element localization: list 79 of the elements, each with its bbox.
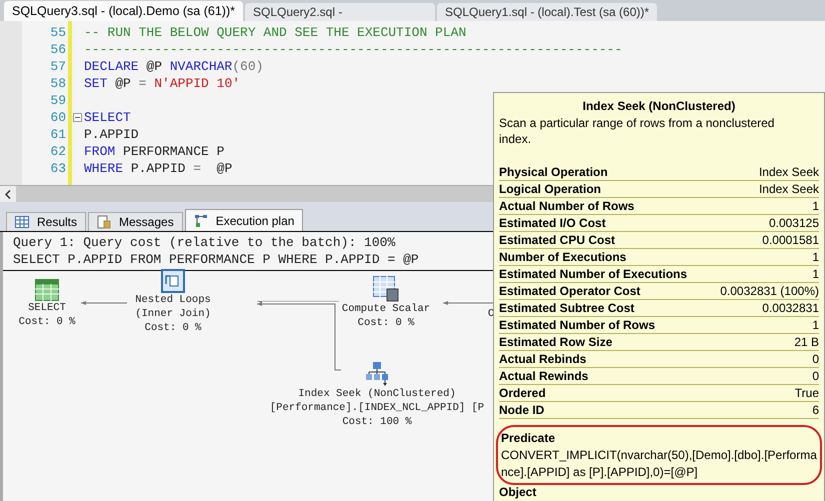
- result-tab[interactable]: Execution plan: [184, 209, 304, 231]
- property-label: Actual Number of Rows: [499, 198, 634, 215]
- object-heading: Object: [499, 485, 538, 499]
- property-label: Estimated Operator Cost: [499, 283, 640, 300]
- property-label: Ordered: [499, 385, 546, 402]
- property-label: Estimated Subtree Cost: [499, 300, 634, 317]
- property-label: Estimated Row Size: [499, 334, 612, 351]
- scroll-left-icon[interactable]: [0, 186, 16, 202]
- code-line: ---------------------------------------------------------------------: [84, 40, 622, 59]
- collapse-icon[interactable]: [73, 113, 82, 122]
- grid-icon: [15, 216, 29, 228]
- plan-node-label: Cost: 100 %: [342, 415, 412, 429]
- code-line: SELECT: [84, 108, 131, 127]
- property-value: 0: [812, 368, 819, 385]
- property-value: 0.003125: [768, 215, 819, 232]
- line-number: 58: [50, 75, 66, 92]
- property-label: Actual Rewinds: [499, 368, 588, 385]
- property-label: Estimated Number of Rows: [499, 317, 656, 334]
- property-value: 0.0032831 (100%): [720, 283, 819, 300]
- code-line: DECLARE @P NVARCHAR(60): [84, 58, 264, 76]
- line-number: 55: [50, 24, 66, 41]
- plan-node-label: (Inner Join): [135, 307, 211, 321]
- plan-node-label: Cost: 0 %: [18, 315, 76, 329]
- line-number: 61: [50, 126, 66, 143]
- plan-node-label: SELECT: [28, 301, 66, 315]
- table-icon: [35, 279, 59, 301]
- code-line: WHERE P.APPID = @P: [84, 160, 232, 178]
- code-line: FROM PERFORMANCE P: [84, 142, 224, 161]
- property-value: Index Seek: [758, 181, 819, 198]
- document-tab[interactable]: SQLQuery1.sql - (local).Test (sa (60))*: [436, 3, 658, 21]
- plan-node-label: Cost: 0 %: [358, 316, 414, 330]
- property-value: 1: [812, 249, 819, 266]
- plan-node-label: Index Seek (NonClustered): [298, 387, 456, 401]
- result-tab[interactable]: Messages: [88, 212, 183, 231]
- property-label: Estimated I/O Cost: [499, 215, 606, 232]
- calculator-table-icon: [373, 276, 399, 302]
- index-tree-icon: [365, 361, 389, 387]
- tooltip-title: Index Seek (NonClustered): [582, 98, 736, 115]
- plan-node-label: [Performance].[INDEX_NCL_APPID] [P: [270, 401, 484, 415]
- line-number: 62: [50, 143, 66, 160]
- property-value: 6: [812, 402, 819, 419]
- plan-node-label: Nested Loops: [135, 293, 211, 307]
- property-label: Estimated Number of Executions: [499, 266, 688, 283]
- line-number: 59: [50, 92, 66, 109]
- property-value: 1: [812, 266, 819, 283]
- loop-icon: [161, 269, 185, 293]
- plan-node-label: Compute Scalar: [342, 302, 430, 316]
- property-label: Node ID: [499, 402, 544, 419]
- plan-icon: [194, 214, 208, 228]
- tooltip-description: Scan a particular range of rows from a nonclustered index.: [499, 115, 776, 147]
- property-label: Actual Rebinds: [499, 351, 586, 368]
- document-icon: [97, 215, 112, 229]
- property-value: 0.0001581: [762, 232, 819, 249]
- property-label: Estimated CPU Cost: [499, 232, 616, 249]
- document-tab[interactable]: SQLQuery2.sql -: [244, 3, 435, 21]
- predicate-heading: Predicate: [501, 430, 556, 447]
- plan-header-text: SELECT P.APPID FROM PERFORMANCE P WHERE P.APPID = @P: [13, 251, 419, 268]
- property-value: 1: [812, 317, 819, 334]
- property-label: Logical Operation: [499, 181, 602, 198]
- property-value: True: [794, 385, 819, 402]
- plan-header-text: Query 1: Query cost (relative to the batch): 100%: [13, 234, 396, 251]
- result-tab[interactable]: Results: [6, 212, 86, 231]
- code-line: -- RUN THE BELOW QUERY AND SEE THE EXECUTION PLAN: [84, 24, 466, 42]
- code-line: SET @P = N'APPID 10': [84, 74, 240, 93]
- property-value: 21 B: [794, 334, 819, 351]
- code-line: P.APPID: [84, 126, 139, 144]
- line-number: 57: [50, 58, 66, 75]
- line-number: 60: [50, 109, 66, 126]
- document-tab[interactable]: SQLQuery3.sql - (local).Demo (sa (61))*: [4, 1, 243, 21]
- property-value: Index Seek: [758, 164, 819, 181]
- property-value: 0.0032831: [762, 300, 819, 317]
- line-number: 63: [50, 160, 66, 177]
- plan-node-label: Cost: 0 %: [144, 321, 202, 335]
- line-number: 56: [50, 41, 66, 58]
- property-value: 1: [812, 198, 819, 215]
- predicate-text: CONVERT_IMPLICIT(nvarchar(50),[Demo].[dbo].[Performance].[APPID] as [P].[APPID],0)=[@P]: [501, 447, 817, 481]
- property-value: 0: [812, 351, 819, 368]
- property-label: Physical Operation: [499, 164, 608, 181]
- property-label: Number of Executions: [499, 249, 626, 266]
